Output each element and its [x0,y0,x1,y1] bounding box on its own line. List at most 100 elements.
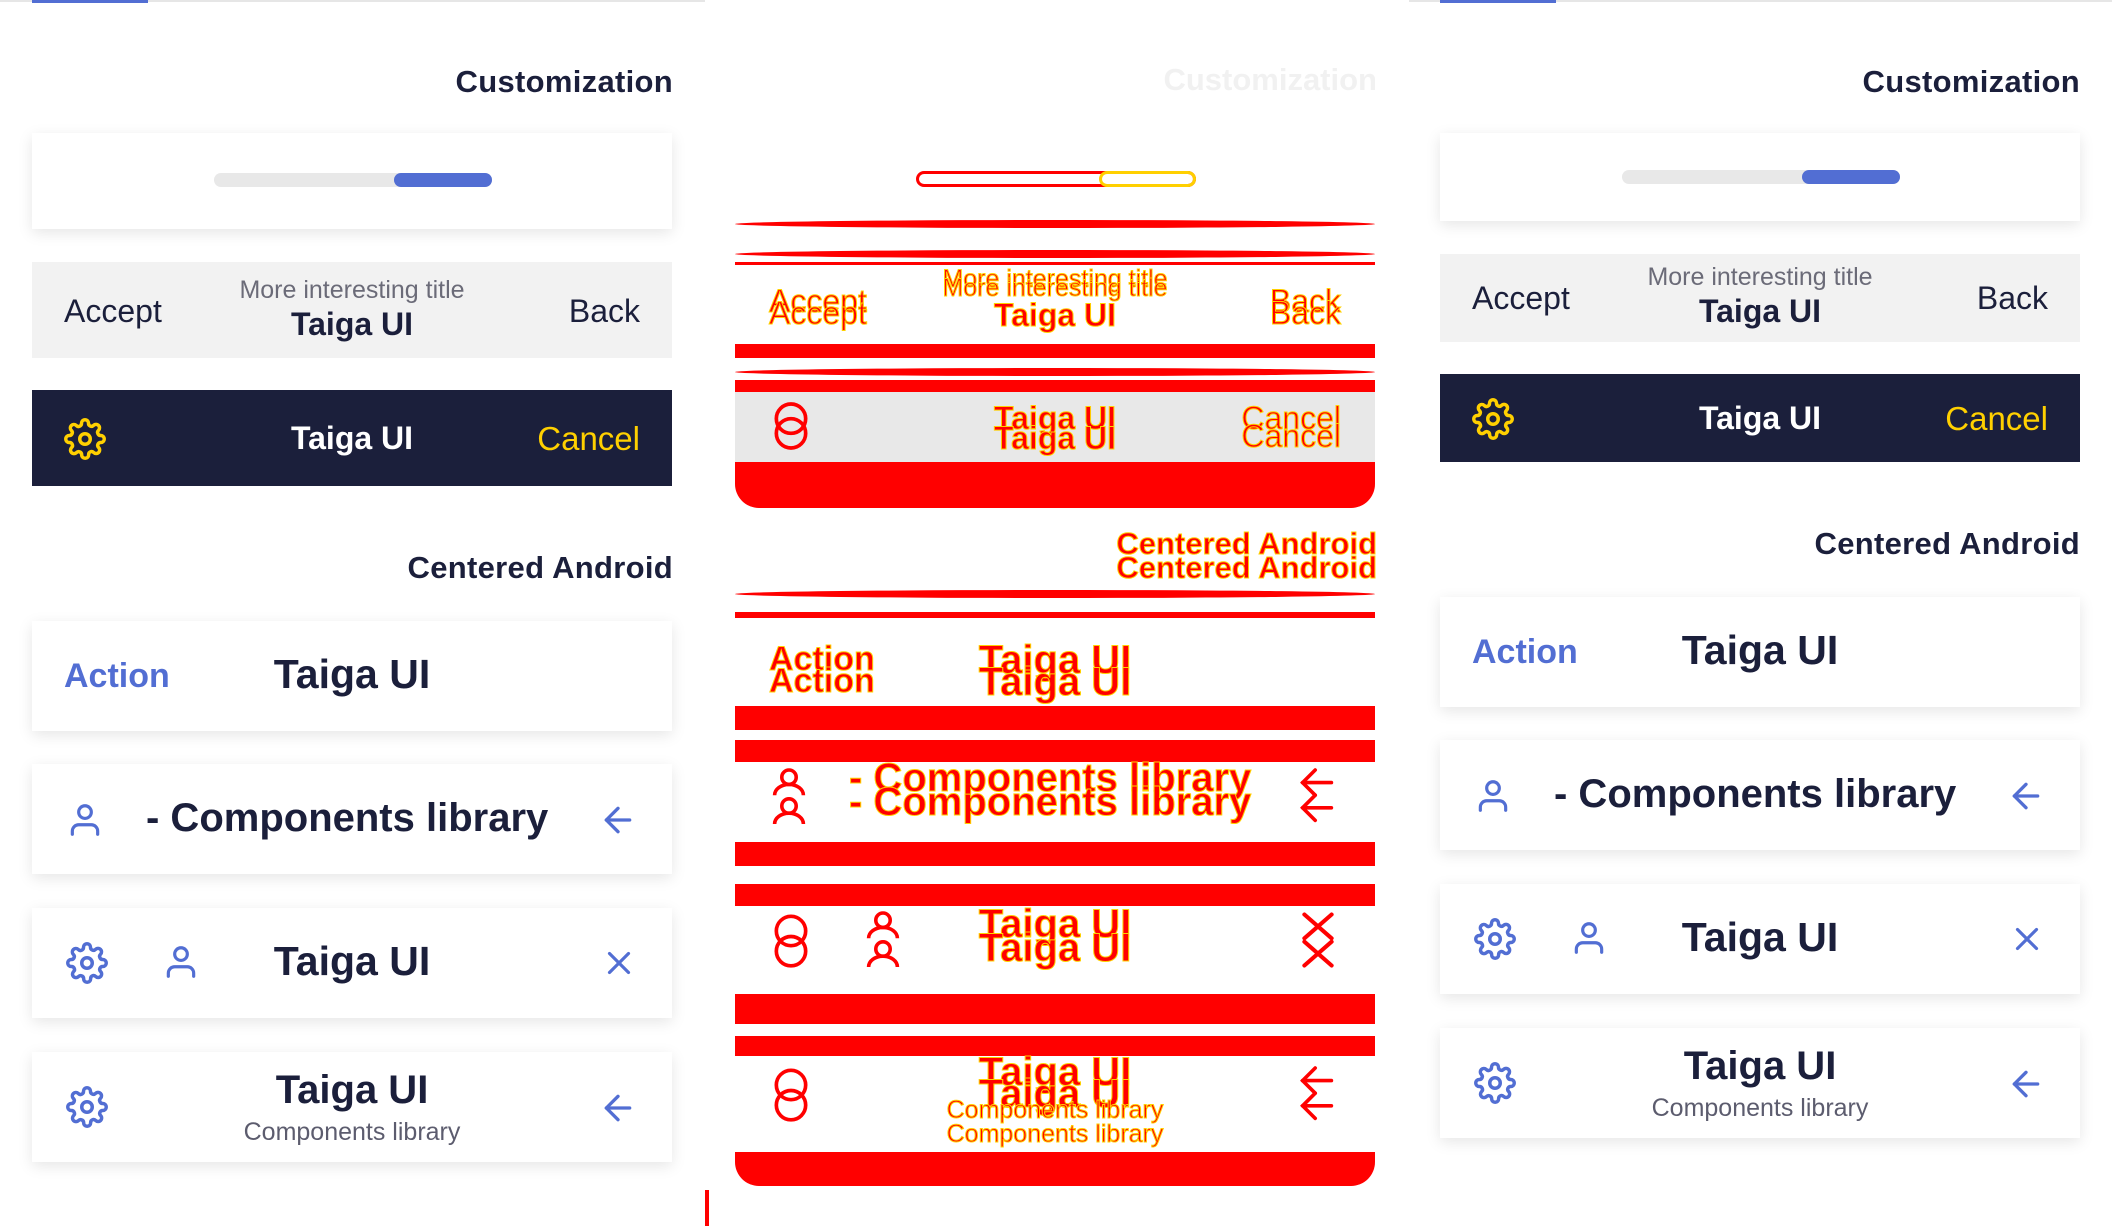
arrow-left-icon[interactable] [2006,776,2046,816]
ghost-accept: Accept [769,295,868,332]
navbar-subtitle: More interesting title [1647,263,1873,291]
android-icons-bar: Taiga UI [32,908,672,1018]
user-icon[interactable] [66,800,104,840]
progress-card [1440,133,2080,221]
section-title-centered-android: Centered Android [1814,526,2080,561]
section-title-customization: Customization [455,64,673,99]
cancel-button[interactable]: Cancel [1945,400,2048,438]
navbar-title: Taiga UI [290,306,414,342]
progress-bar-outline [916,171,1196,187]
android-title: Taiga UI [1683,1044,1837,1088]
android-title-marquee: - Components library [146,796,549,840]
action-button[interactable]: Action [1472,633,1578,672]
progress-fill [1802,170,1900,184]
progress-bar [214,173,492,187]
navbar-title: Taiga UI [1698,400,1822,436]
user-icon[interactable] [162,942,200,982]
gear-icon[interactable] [1472,398,1514,440]
android-subtitle: Components library [243,1118,461,1146]
accept-button[interactable]: Accept [1472,280,1570,317]
cancel-button[interactable]: Cancel [537,420,640,458]
android-title: Taiga UI [273,651,431,697]
gear-icon[interactable] [1474,1062,1516,1104]
ghost-section-title: Centered Android [1116,550,1378,586]
section-title-customization: Customization [1862,64,2080,99]
progress-bar [1622,170,1900,184]
android-marquee-bar: - Components library [1440,740,2080,850]
android-subtitle: Components library [1651,1094,1869,1122]
close-icon[interactable] [600,944,638,982]
back-button[interactable]: Back [1977,280,2048,317]
ghost-marquee: - Components library [848,780,1252,825]
android-title: Taiga UI [1681,914,1839,960]
ghost-cancel: Cancel [1241,418,1342,455]
section-title-customization-faded: Customization [1163,62,1377,97]
accept-button[interactable]: Accept [64,293,162,330]
overlay-edge [705,1190,709,1226]
ghost-title: Taiga UI [993,420,1117,457]
overlay-android-icons: Taiga UI Taiga UI [735,884,1375,1024]
overlay-edge [735,250,1375,258]
ghost-subtitle: Components library [946,1120,1164,1149]
panel-left: Customization Accept More interesting ti… [0,0,705,1230]
android-action-bar: Action Taiga UI [1440,597,2080,707]
overlay-android-action: Action Action Taiga UI Taiga UI [735,612,1375,730]
navbar-dark: Taiga UI Cancel [32,390,672,486]
overlay-navbar-grey: Accept Accept More interesting title Mor… [735,262,1375,358]
arrow-left-icon[interactable] [2006,1064,2046,1104]
overlay-android-marquee: - Components library - Components librar… [735,740,1375,866]
progress-card [32,133,672,229]
android-icons-bar: Taiga UI [1440,884,2080,994]
ghost-title: Taiga UI [978,660,1132,705]
navbar-title: Taiga UI [1698,293,1822,329]
navbar-subtitle: More interesting title [239,276,465,304]
progress-fill-outline [1099,171,1196,187]
gear-icon [769,396,813,456]
action-button[interactable]: Action [64,657,170,696]
navbar-title: Taiga UI [290,420,414,456]
user-icon [865,908,901,972]
android-marquee-bar: - Components library [32,764,672,874]
android-action-bar: Action Taiga UI [32,621,672,731]
overlay-edge [735,220,1375,228]
panel-right: Customization Accept More interesting ti… [1409,0,2112,1210]
gear-icon[interactable] [66,1086,108,1128]
gear-icon[interactable] [1474,918,1516,960]
arrow-left-icon[interactable] [598,1088,638,1128]
ghost-back: Back [1269,295,1341,332]
overlay-android-subtitle: Taiga UI Taiga UI Components library Com… [735,1036,1375,1186]
user-icon[interactable] [1474,776,1512,816]
close-icon [1301,910,1335,970]
navbar-grey: Accept More interesting title Taiga UI B… [1440,254,2080,342]
ghost-action: Action [769,662,876,701]
user-icon[interactable] [1570,918,1608,958]
user-icon [771,766,807,828]
navbar-grey: Accept More interesting title Taiga UI B… [32,262,672,358]
overlay-navbar-dark: Taiga UI Taiga UI Cancel Cancel [735,380,1375,508]
overlay-edge [735,368,1375,376]
overlay-edge [735,590,1375,598]
back-button[interactable]: Back [569,293,640,330]
ghost-title: Taiga UI [993,297,1117,334]
gear-icon[interactable] [66,942,108,984]
gear-icon[interactable] [64,418,106,460]
android-subtitle-bar: Taiga UI Components library [32,1052,672,1162]
section-title-centered-android: Centered Android [407,550,673,585]
gear-icon [769,910,813,974]
gear-icon [769,1064,813,1128]
arrow-left-icon [1299,768,1335,826]
ghost-title: Taiga UI [978,926,1132,971]
android-title: Taiga UI [275,1068,429,1112]
android-title: Taiga UI [273,938,431,984]
android-title: Taiga UI [1681,627,1839,673]
close-icon[interactable] [2008,920,2046,958]
panel-diff-overlay: Customization Accept Accept More interes… [705,0,1409,1230]
progress-fill [394,173,492,187]
active-tab-indicator [32,0,148,3]
android-title-marquee: - Components library [1554,772,1957,816]
android-subtitle-bar: Taiga UI Components library [1440,1028,2080,1138]
active-tab-indicator [1440,0,1556,3]
arrow-left-icon[interactable] [598,800,638,840]
arrow-left-icon [1299,1066,1335,1124]
navbar-dark: Taiga UI Cancel [1440,374,2080,462]
